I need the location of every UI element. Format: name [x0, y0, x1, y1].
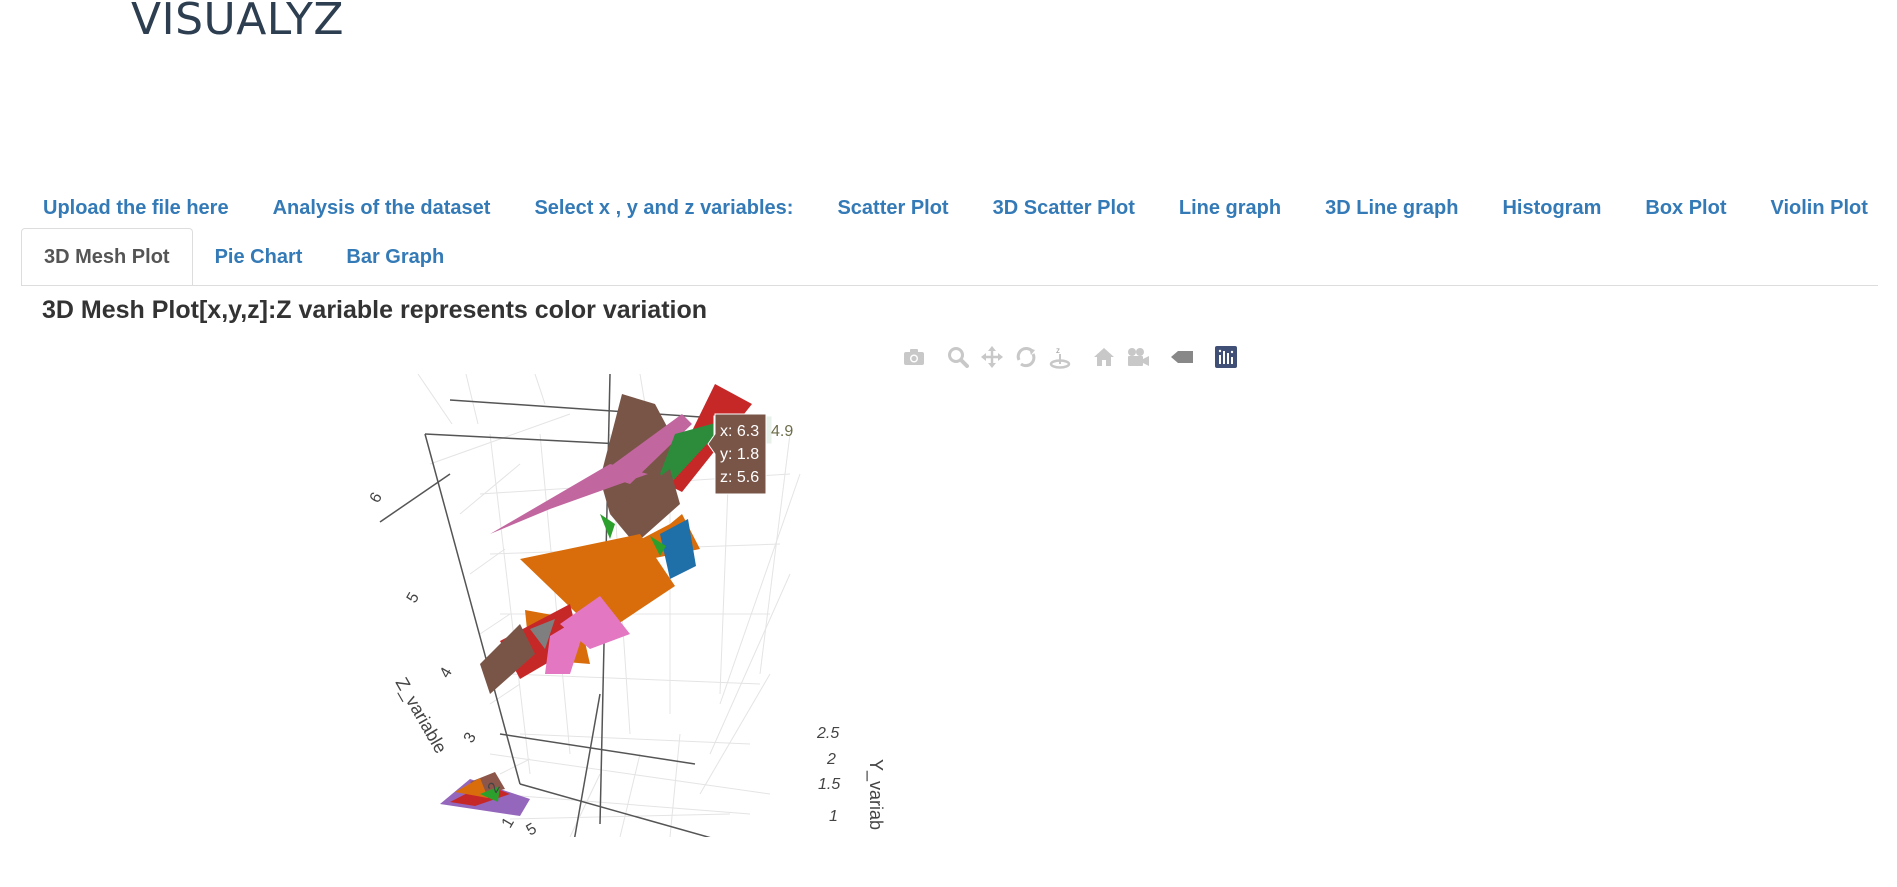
- tooltip-value: 4.9: [771, 423, 793, 440]
- nav-tabs-row-2: 3D Mesh Plot Pie Chart Bar Graph: [21, 228, 466, 286]
- tab-3d-line-graph[interactable]: 3D Line graph: [1303, 180, 1480, 236]
- plotly-logo-icon[interactable]: [1212, 344, 1240, 370]
- tooltip-y: y: 1.8: [720, 446, 759, 463]
- z-tick-3: 3: [461, 730, 480, 746]
- hover-compare-icon[interactable]: [1168, 344, 1196, 370]
- tab-select-variables[interactable]: Select x , y and z variables:: [512, 180, 815, 236]
- orbit-rotation-icon[interactable]: [1012, 344, 1040, 370]
- z-tick-1: 1: [499, 815, 518, 831]
- mesh-plot-area[interactable]: 6 5 4 3 2 1 5 2.5 2 1.5 1 Z_variable Y_v…: [370, 374, 900, 837]
- y-axis-ticks: 2.5 2 1.5 1: [816, 725, 840, 825]
- turntable-rotation-icon[interactable]: z: [1046, 344, 1074, 370]
- mesh-surfaces: [480, 384, 752, 694]
- x-tick-5: 5: [524, 820, 540, 837]
- svg-text:z: z: [1056, 346, 1060, 355]
- mesh-3d-scene[interactable]: 6 5 4 3 2 1 5 2.5 2 1.5 1 Z_variable Y_v…: [370, 374, 900, 837]
- tab-violin-plot[interactable]: Violin Plot: [1749, 180, 1890, 236]
- zoom-icon[interactable]: [944, 344, 972, 370]
- y-tick-2: 2: [826, 751, 836, 768]
- tab-line-graph[interactable]: Line graph: [1157, 180, 1303, 236]
- plot-title: 3D Mesh Plot[x,y,z]:Z variable represent…: [42, 296, 708, 324]
- tab-scatter-plot[interactable]: Scatter Plot: [815, 180, 970, 236]
- y-tick-1: 1: [829, 808, 838, 825]
- plot-modebar: z: [900, 344, 1246, 370]
- z-tick-6: 6: [370, 490, 386, 506]
- tab-bar-graph[interactable]: Bar Graph: [324, 229, 466, 285]
- tab-box-plot[interactable]: Box Plot: [1623, 180, 1748, 236]
- z-tick-4: 4: [437, 665, 456, 681]
- tooltip-z: z: 5.6: [720, 469, 759, 486]
- camera-icon[interactable]: [900, 344, 928, 370]
- pan-icon[interactable]: [978, 344, 1006, 370]
- tab-pie-chart[interactable]: Pie Chart: [193, 229, 325, 285]
- reset-camera-icon[interactable]: [1090, 344, 1118, 370]
- y-axis-title: Y_variab: [865, 759, 886, 830]
- z-axis-title: Z_variable: [391, 674, 451, 757]
- tab-histogram[interactable]: Histogram: [1480, 180, 1623, 236]
- nav-divider: [21, 285, 1878, 286]
- brand-title: VISUALYZ: [131, 0, 344, 45]
- y-tick-2.5: 2.5: [816, 725, 839, 742]
- save-camera-icon[interactable]: [1124, 344, 1152, 370]
- y-tick-1.5: 1.5: [818, 776, 840, 793]
- hover-tooltip: x: 6.3 y: 1.8 z: 5.6 4.9: [707, 413, 793, 495]
- z-tick-5: 5: [404, 590, 423, 606]
- mesh-surfaces-lower: [440, 772, 530, 816]
- tooltip-x: x: 6.3: [720, 423, 759, 440]
- tab-3d-mesh-plot[interactable]: 3D Mesh Plot: [21, 228, 193, 286]
- tab-3d-scatter-plot[interactable]: 3D Scatter Plot: [971, 180, 1157, 236]
